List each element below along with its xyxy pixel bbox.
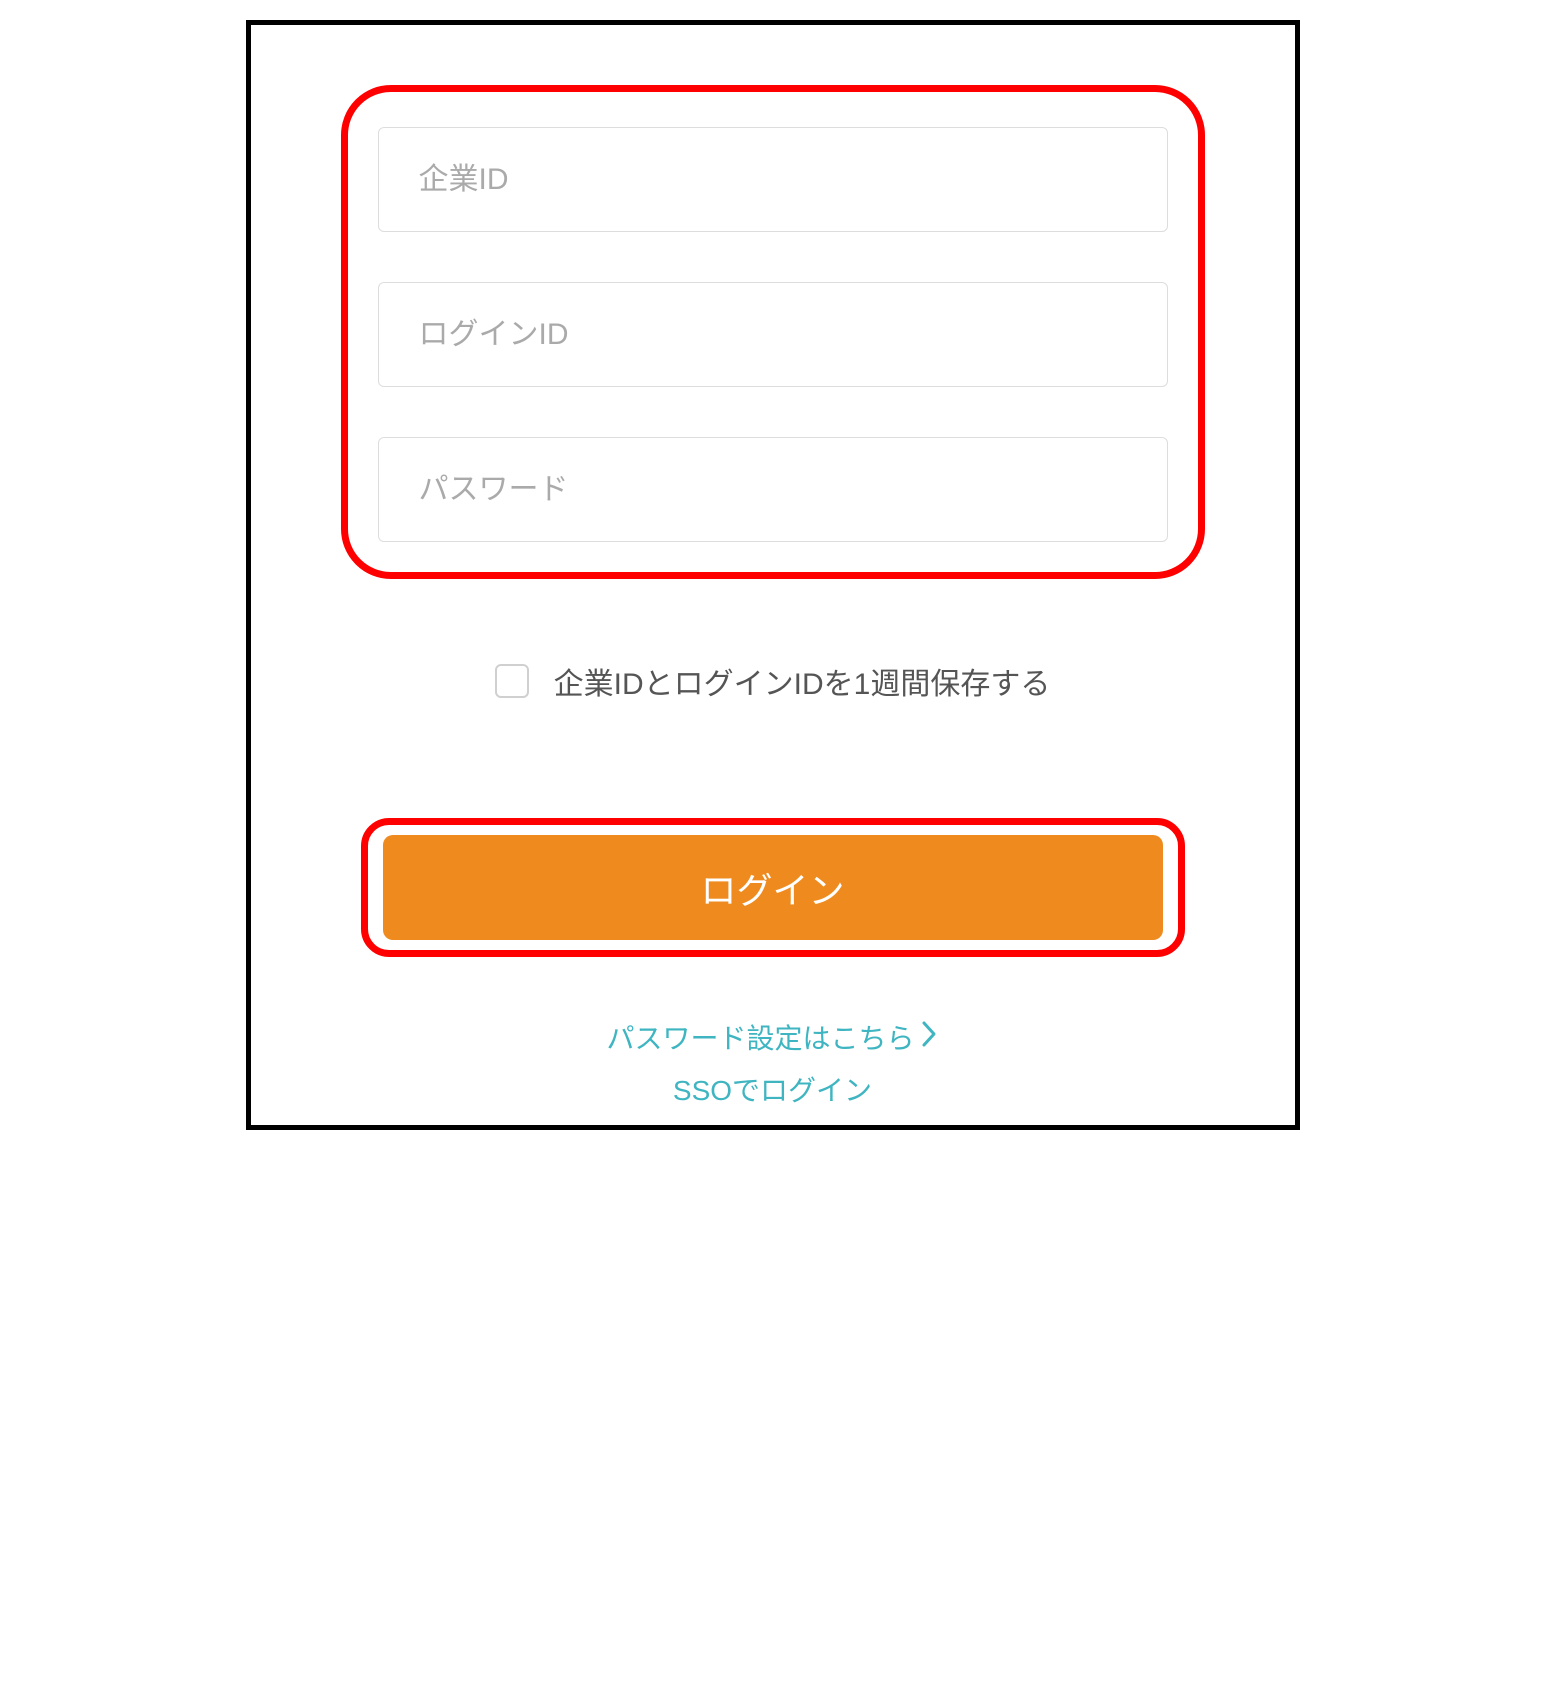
company-id-input[interactable] xyxy=(378,127,1168,232)
login-button-highlight: ログイン xyxy=(361,818,1185,957)
remember-checkbox[interactable] xyxy=(495,664,529,698)
remember-checkbox-row: 企業IDとログインIDを1週間保存する xyxy=(341,659,1205,703)
password-settings-link[interactable]: パスワード設定はこちら xyxy=(606,1017,938,1057)
input-fields-highlight xyxy=(341,85,1205,579)
sso-login-link[interactable]: SSOでログイン xyxy=(341,1069,1205,1109)
password-settings-link-text: パスワード設定はこちら xyxy=(606,1017,914,1057)
login-button[interactable]: ログイン xyxy=(383,835,1163,940)
links-section: パスワード設定はこちら SSOでログイン xyxy=(341,1017,1205,1109)
login-id-input[interactable] xyxy=(378,282,1168,387)
chevron-right-icon xyxy=(921,1020,939,1055)
password-input[interactable] xyxy=(378,437,1168,542)
login-form-container: 企業IDとログインIDを1週間保存する ログイン パスワード設定はこちら SSO… xyxy=(246,20,1300,1130)
remember-checkbox-label[interactable]: 企業IDとログインIDを1週間保存する xyxy=(554,659,1051,703)
